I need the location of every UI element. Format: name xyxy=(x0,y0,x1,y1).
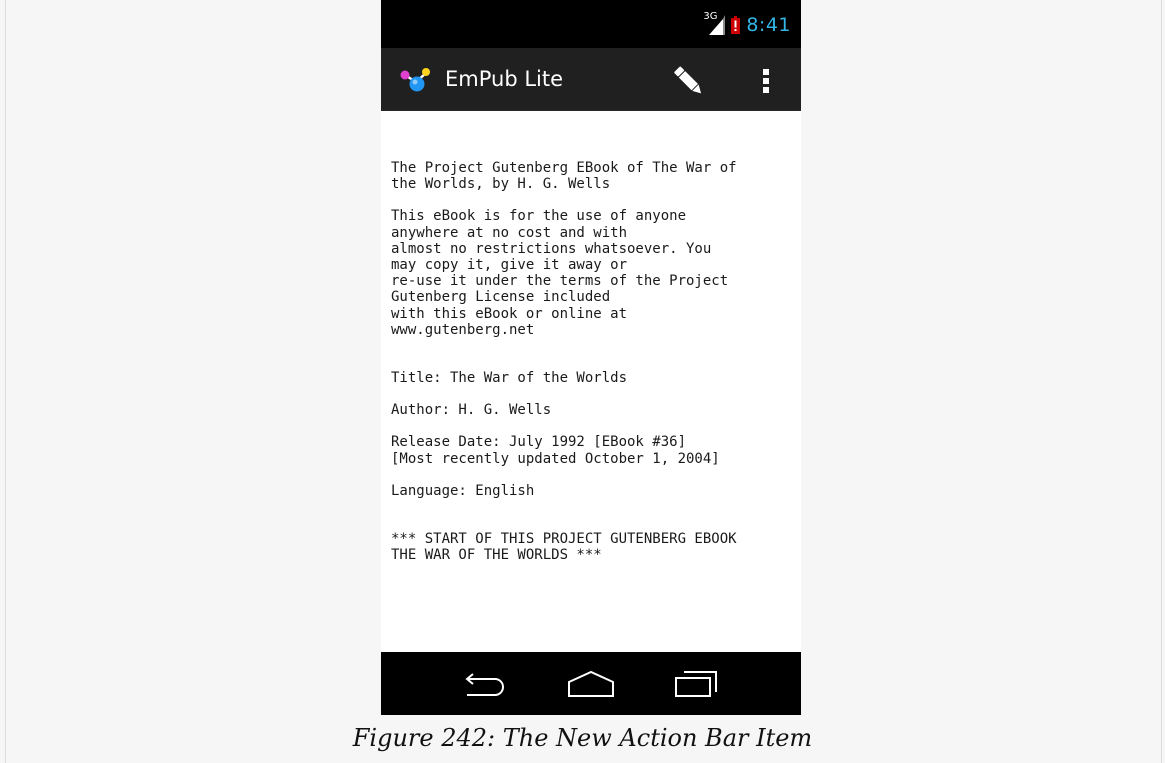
book-release-line: Release Date: July 1992 [EBook #36] [Mos… xyxy=(391,434,720,467)
overflow-menu-icon[interactable] xyxy=(751,63,781,99)
status-icons: 3G 8:41 xyxy=(703,11,791,36)
book-intro: The Project Gutenberg EBook of The War o… xyxy=(391,160,737,193)
app-title: EmPub Lite xyxy=(445,67,564,91)
pencil-icon[interactable] xyxy=(668,61,708,101)
phone-screen: 3G 8:41 EmPub Lite The Project Gutenberg… xyxy=(381,0,801,715)
book-language-line: Language: English xyxy=(391,482,535,499)
status-clock: 8:41 xyxy=(746,14,791,36)
status-bar: 3G 8:41 xyxy=(381,0,801,48)
empub-logo-icon[interactable] xyxy=(399,65,435,95)
book-title-line: Title: The War of the Worlds xyxy=(391,370,628,387)
recent-apps-icon[interactable] xyxy=(666,664,726,704)
back-icon[interactable] xyxy=(455,664,515,704)
figure-caption: Figure 242: The New Action Bar Item xyxy=(352,724,813,752)
book-author-line: Author: H. G. Wells xyxy=(391,402,552,419)
book-license: This eBook is for the use of anyone anyw… xyxy=(391,208,729,338)
home-icon[interactable] xyxy=(561,664,621,704)
book-content: The Project Gutenberg EBook of The War o… xyxy=(391,160,795,579)
battery-low-icon xyxy=(731,16,741,34)
action-bar: EmPub Lite xyxy=(381,48,801,111)
signal-icon: 3G xyxy=(703,11,726,35)
network-type-label: 3G xyxy=(703,11,718,22)
book-start-line: *** START OF THIS PROJECT GUTENBERG EBOO… xyxy=(391,531,737,564)
navigation-bar xyxy=(381,652,801,715)
